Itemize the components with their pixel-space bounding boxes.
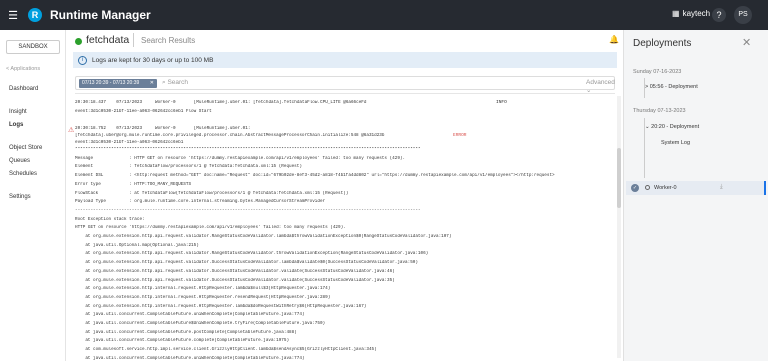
deployment-item[interactable]: ⌄ 20:20 - Deployment [645,124,699,130]
divider [75,93,615,94]
log-detail-line: Root Exception stack trace: [75,216,145,222]
org-selector[interactable]: ▦ kaytech [672,9,710,18]
log-detail-line: at org.mule.extension.http.internal.requ… [75,294,331,300]
system-log-item[interactable]: System Log [661,140,690,146]
info-icon: i [78,55,87,65]
log-message-line: [fetchdata].uber@org.mule.runtime.core.p… [75,133,385,138]
log-detail-line: at org.mule.extension.http.api.request.v… [75,260,418,266]
sidebar-item-logs[interactable]: Logs [9,122,23,128]
log-detail-line: at java.util.Optional.map(Optional.java:… [75,242,199,248]
log-detail-line: at org.mule.extension.http.api.request.v… [75,251,429,257]
search-icon: ⌕ [162,79,166,86]
info-banner-text: Logs are kept for 30 days or up to 100 M… [92,56,214,64]
log-detail-line: at org.mule.extension.http.api.request.v… [75,268,395,274]
sidebar-item-schedules[interactable]: Schedules [9,171,37,177]
scrollbar-track[interactable] [617,96,621,358]
hamburger-menu-icon[interactable]: ☰ [2,9,24,22]
log-detail-line: at java.util.concurrent.CompletableFutur… [75,312,305,318]
log-event-line: event:3d1c0530-21bf-11ee-a063-062642cc6e… [75,140,184,145]
close-icon[interactable]: ✕ [150,79,154,88]
sidebar-item-settings[interactable]: Settings [9,194,31,200]
log-detail-line: HTTP GET on resource 'https://dummy.rest… [75,225,346,231]
panel-title: Deployments [633,38,692,49]
log-detail-line: at com.mulesoft.service.http.impl.servic… [75,347,377,353]
sidebar-item-dashboard[interactable]: Dashboard [9,86,38,92]
log-event-line: event:3d1c0530-21bf-11ee-a063-062642cc6e… [75,109,212,114]
deploy-day: Thursday 07-13-2023 [633,108,686,114]
log-detail-line: at java.util.concurrent.CompletableFutur… [75,355,305,361]
worker-label: Worker-0 [654,185,677,191]
building-icon: ▦ [672,9,680,18]
main-content: fetchdata Search Results 🔔 i Logs are ke… [66,30,623,361]
app-title: Runtime Manager [50,8,151,22]
scrollbar-thumb[interactable] [617,148,621,208]
app-status-indicator [75,38,82,45]
log-detail-line: Error type : HTTP:TOO_MANY_REQUESTS [75,181,192,187]
bell-icon[interactable]: 🔔 [609,35,619,44]
search-input[interactable]: ⌕ Search [162,79,188,87]
log-detail-line: at java.util.concurrent.CompletableFutur… [75,329,297,335]
log-detail-line: Element : fetchdataFlow/processors/1 @ f… [75,164,302,170]
log-detail-line: Message : HTTP GET on resource 'https://… [75,155,406,161]
log-detail-line: Payload Type : org.mule.runtime.core.int… [75,199,326,205]
help-icon[interactable]: ? [712,8,726,22]
log-detail-line: at java.util.concurrent.CompletableFutur… [75,338,290,344]
log-level-error: ERROR [453,133,467,138]
advanced-search-toggle[interactable]: Advanced ⌄ [586,79,615,94]
user-avatar[interactable]: PS [734,6,752,24]
log-level-info: INFO [496,100,507,105]
search-placeholder: Search [167,79,189,86]
header-divider [133,33,134,47]
log-detail-line: at java.util.concurrent.CompletableFutur… [75,321,326,326]
sidebar-item-queues[interactable]: Queues [9,158,30,164]
sidebar: SANDBOX < Applications Dashboard Insight… [0,30,66,361]
deployment-item[interactable]: > 05:56 - Deployment [645,84,698,90]
check-icon: ✓ [631,184,639,192]
log-detail-line: ----------------------------------------… [75,207,421,213]
log-entry-header[interactable]: 20:30:18.752 07/13/2023 Worker-0 [MuleRu… [75,126,605,131]
app-name: fetchdata [86,34,130,46]
info-banner: i Logs are kept for 30 days or up to 100… [73,52,617,68]
sidebar-item-object-store[interactable]: Object Store [9,145,42,151]
org-name: kaytech [682,9,711,18]
log-detail-line: ****************************************… [75,147,421,152]
warning-icon: ⚠ [68,127,75,134]
log-detail-line: at org.mule.extension.http.internal.requ… [75,303,367,309]
page-subtitle: Search Results [141,36,196,45]
log-filter-bar: 07/13 20:39 - 07/13 20:39 ✕ ⌕ Search Adv… [75,76,615,94]
log-detail-line: FlowStack : at fetchdataFlow(fetchdataFl… [75,190,349,196]
close-icon[interactable]: ✕ [742,36,751,49]
sidebar-item-insight[interactable]: Insight [9,109,27,115]
log-detail-line: at org.mule.extension.http.internal.requ… [75,286,331,292]
download-icon[interactable]: ⤓ [720,184,723,191]
environment-button[interactable]: SANDBOX [6,40,60,54]
top-bar: ☰ R Runtime Manager ▦ kaytech ? PS [0,0,768,30]
log-detail-line: Element DSL : <http:request method="GET"… [75,173,555,179]
back-to-applications-link[interactable]: < Applications [6,66,40,72]
worker-status-icon [645,185,650,190]
log-entry-header[interactable]: 20:30:18.437 07/13/2023 Worker-0 [MuleRu… [75,100,605,105]
deploy-day: Sunday 07-16-2023 [633,69,682,75]
mulesoft-logo: R [28,8,42,22]
log-detail-line: at org.mule.extension.http.api.request.v… [75,234,452,239]
date-range-label: 07/13 20:39 - 07/13 20:39 [82,80,140,86]
deployments-panel: Deployments ✕ Sunday 07-16-2023 > 05:56 … [623,30,768,361]
log-detail-line: at org.mule.extension.http.api.request.v… [75,277,395,283]
date-range-chip[interactable]: 07/13 20:39 - 07/13 20:39 ✕ [79,79,157,88]
